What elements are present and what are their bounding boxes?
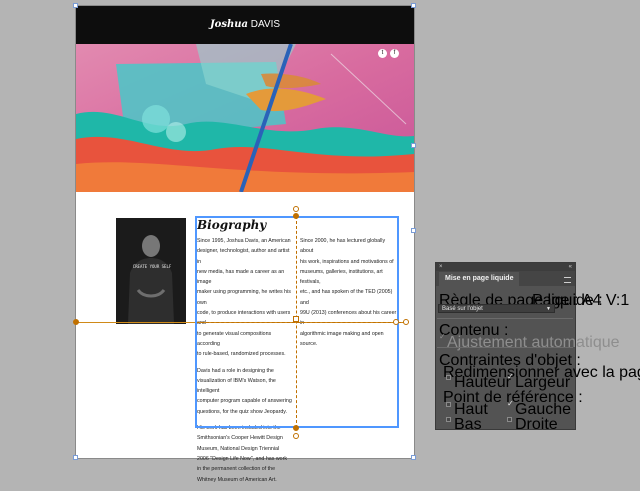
auto-fit-checkbox-label[interactable]: Ajustement automatique (447, 334, 620, 352)
frame-top-handle[interactable] (293, 213, 299, 219)
frame-top-pin-handle[interactable] (293, 206, 299, 212)
bio-line: Museum, National Design Triennial (197, 445, 280, 452)
title-last-name: DAVIS (250, 19, 281, 30)
title-first-name: Joshua (209, 19, 248, 30)
text-frame-selection[interactable] (195, 216, 399, 428)
right-pin-handle[interactable] (403, 319, 409, 325)
page-side-handle-right-mid[interactable] (411, 228, 416, 233)
frame-bottom-pin-handle[interactable] (293, 433, 299, 439)
panel-menu-icon[interactable] (564, 277, 571, 283)
height-checkbox[interactable] (446, 375, 451, 380)
bio-line: Whitney Museum of American Art. (197, 476, 277, 483)
panel-title-bar[interactable]: × « (436, 263, 575, 271)
hero-artwork-graphic (76, 44, 414, 192)
artist-photo[interactable]: CREATE YOUR SELF (116, 218, 186, 324)
liquid-rule-value: Basé sur l'objet (442, 306, 483, 312)
hero-artwork (76, 44, 414, 192)
liquid-rule-select[interactable]: Basé sur l'objet ▼ (438, 304, 555, 313)
page-corner-handle-bl[interactable] (73, 455, 78, 460)
bottom-label: Bas (454, 416, 482, 433)
left-checkbox[interactable]: ✓ (507, 400, 514, 408)
checkmark-icon: ✓ (439, 332, 446, 341)
page-title: Joshua DAVIS (76, 6, 414, 44)
shirt-text: CREATE YOUR SELF (132, 264, 172, 269)
page-side-handle-right[interactable] (411, 143, 416, 148)
chevron-down-icon: ▼ (546, 306, 551, 312)
divider (437, 347, 573, 348)
artist-silhouette (128, 235, 174, 324)
frame-center-handle[interactable] (293, 316, 299, 322)
close-icon[interactable]: × (439, 263, 443, 271)
page-corner-handle-tl[interactable] (73, 3, 78, 8)
frame-right-handle[interactable] (393, 319, 399, 325)
tab-liquid-layout[interactable]: Mise en page liquide (439, 272, 520, 286)
twitter-icon[interactable]: t (378, 49, 387, 58)
top-checkbox[interactable] (446, 402, 451, 407)
frame-bottom-handle[interactable] (293, 425, 299, 431)
bio-line: Smithsonian's Cooper Hewitt Design (197, 435, 283, 442)
width-checkbox[interactable]: ✓ (507, 373, 514, 381)
divider (437, 318, 573, 319)
right-checkbox[interactable] (507, 417, 512, 422)
right-label: Droite (515, 416, 558, 433)
page-corner-handle-tr[interactable] (411, 3, 416, 8)
page-corner-handle-br[interactable] (411, 455, 416, 460)
facebook-icon[interactable]: f (390, 49, 399, 58)
collapse-icon[interactable]: « (569, 263, 572, 271)
left-pin-handle[interactable] (73, 319, 79, 325)
bio-line: in the permanent collection of the (197, 466, 276, 473)
bottom-checkbox[interactable] (446, 417, 451, 422)
